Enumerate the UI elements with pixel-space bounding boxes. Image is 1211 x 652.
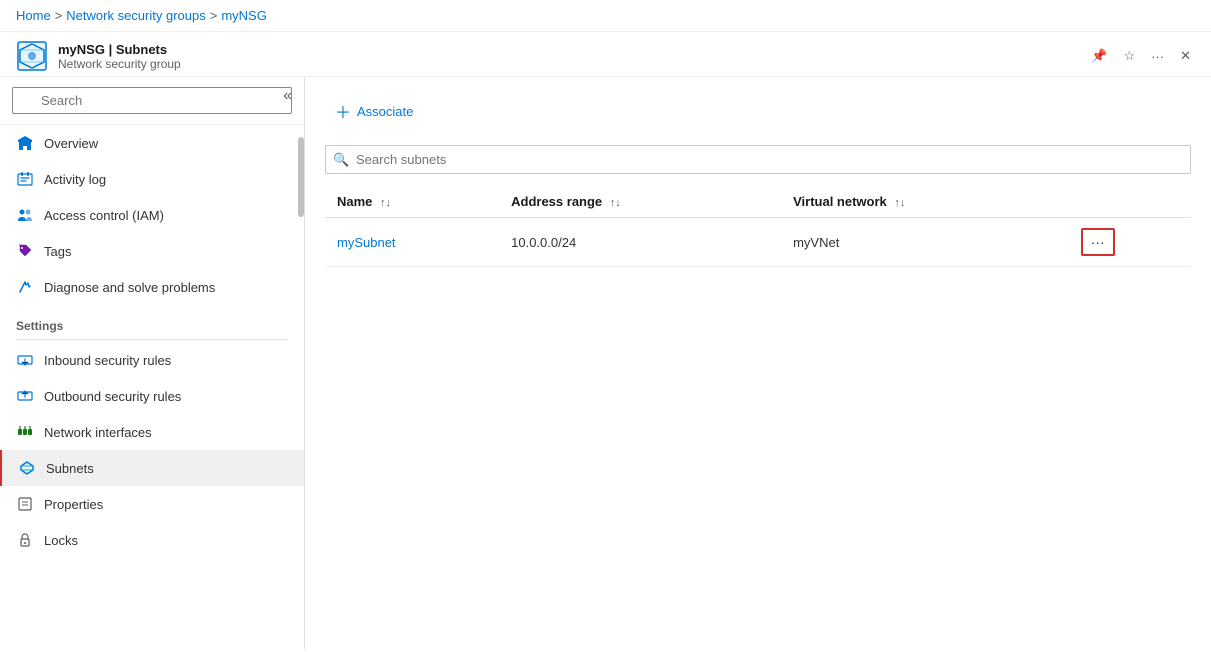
nsg-icon [16,40,48,72]
diagnose-icon [16,278,34,296]
table-header: Name ↑↓ Address range ↑↓ Virtual network… [325,186,1191,218]
nav-network-interfaces[interactable]: Network interfaces [0,414,304,450]
inbound-rules-label: Inbound security rules [44,353,171,368]
sort-name-icon[interactable]: ↑↓ [380,197,391,209]
table-row: mySubnet 10.0.0.0/24 myVNet ··· [325,218,1191,267]
col-virtual-network: Virtual network ↑↓ [781,186,1069,218]
search-subnets-input[interactable] [325,145,1191,174]
main-layout: 🔍 « Overview Activity log Access control [0,77,1211,649]
nav-diagnose[interactable]: Diagnose and solve problems [0,269,304,305]
page-subtitle: Network security group [58,57,1087,71]
settings-section-label: Settings [0,305,304,337]
subnets-label: Subnets [46,461,94,476]
breadcrumb-home[interactable]: Home [16,8,51,23]
subnet-name-cell: mySubnet [325,218,499,267]
sort-vnet-icon[interactable]: ↑↓ [894,197,905,209]
virtual-network-cell: myVNet [781,218,1069,267]
breadcrumb-nsg[interactable]: Network security groups [66,8,205,23]
nav-tags[interactable]: Tags [0,233,304,269]
properties-icon [16,495,34,513]
properties-label: Properties [44,497,103,512]
pin-button[interactable]: 📌 [1087,44,1111,68]
search-wrapper: 🔍 [12,87,292,114]
nav-overview[interactable]: Overview [0,125,304,161]
row-more-button[interactable]: ··· [1081,228,1115,256]
locks-icon [16,531,34,549]
access-control-label: Access control (IAM) [44,208,164,223]
col-address-range: Address range ↑↓ [499,186,781,218]
content-area: ＋ Associate 🔍 Name ↑↓ Address range ↑↓ [305,77,1211,649]
address-range-cell: 10.0.0.0/24 [499,218,781,267]
sidebar-scrollbar [298,137,304,217]
network-interfaces-icon [16,423,34,441]
associate-label: Associate [357,104,413,119]
subnets-table: Name ↑↓ Address range ↑↓ Virtual network… [325,186,1191,267]
page-title: myNSG | Subnets [58,42,1087,57]
overview-icon [16,134,34,152]
search-input[interactable] [12,87,292,114]
outbound-rules-label: Outbound security rules [44,389,181,404]
tags-label: Tags [44,244,71,259]
tags-icon [16,242,34,260]
address-range-value: 10.0.0.0/24 [511,235,576,250]
nav-activity-log[interactable]: Activity log [0,161,304,197]
locks-label: Locks [44,533,78,548]
header-actions: 📌 ☆ ··· ✕ [1087,44,1195,68]
access-control-icon [16,206,34,224]
sidebar-search-area: 🔍 « [0,77,304,125]
plus-icon: ＋ [335,99,351,123]
more-options-button[interactable]: ··· [1147,45,1168,68]
col-actions [1069,186,1191,218]
table-body: mySubnet 10.0.0.0/24 myVNet ··· [325,218,1191,267]
sort-address-icon[interactable]: ↑↓ [610,197,621,209]
col-name: Name ↑↓ [325,186,499,218]
associate-button[interactable]: ＋ Associate [325,93,423,129]
overview-label: Overview [44,136,98,151]
subnet-name-link[interactable]: mySubnet [337,235,396,250]
sidebar: 🔍 « Overview Activity log Access control [0,77,305,649]
collapse-sidebar-button[interactable]: « [283,87,292,105]
activity-log-icon [16,170,34,188]
nav-outbound-rules[interactable]: Outbound security rules [0,378,304,414]
page-header: myNSG | Subnets Network security group 📌… [0,32,1211,77]
close-button[interactable]: ✕ [1176,44,1195,68]
nav-subnets[interactable]: Subnets [0,450,304,486]
content-toolbar: ＋ Associate [325,93,1191,129]
inbound-icon [16,351,34,369]
outbound-icon [16,387,34,405]
row-actions-cell: ··· [1069,218,1191,267]
nav-locks[interactable]: Locks [0,522,304,558]
activity-log-label: Activity log [44,172,106,187]
favorite-button[interactable]: ☆ [1119,44,1139,68]
network-interfaces-label: Network interfaces [44,425,152,440]
nav-access-control[interactable]: Access control (IAM) [0,197,304,233]
breadcrumb: Home > Network security groups > myNSG [0,0,1211,32]
nav-inbound-rules[interactable]: Inbound security rules [0,342,304,378]
subnets-icon [18,459,36,477]
search-subnets-wrapper: 🔍 [325,145,1191,174]
header-title-group: myNSG | Subnets Network security group [58,42,1087,71]
breadcrumb-mynsg[interactable]: myNSG [221,8,267,23]
diagnose-label: Diagnose and solve problems [44,280,215,295]
settings-divider [16,339,288,340]
nav-properties[interactable]: Properties [0,486,304,522]
virtual-network-value: myVNet [793,235,839,250]
